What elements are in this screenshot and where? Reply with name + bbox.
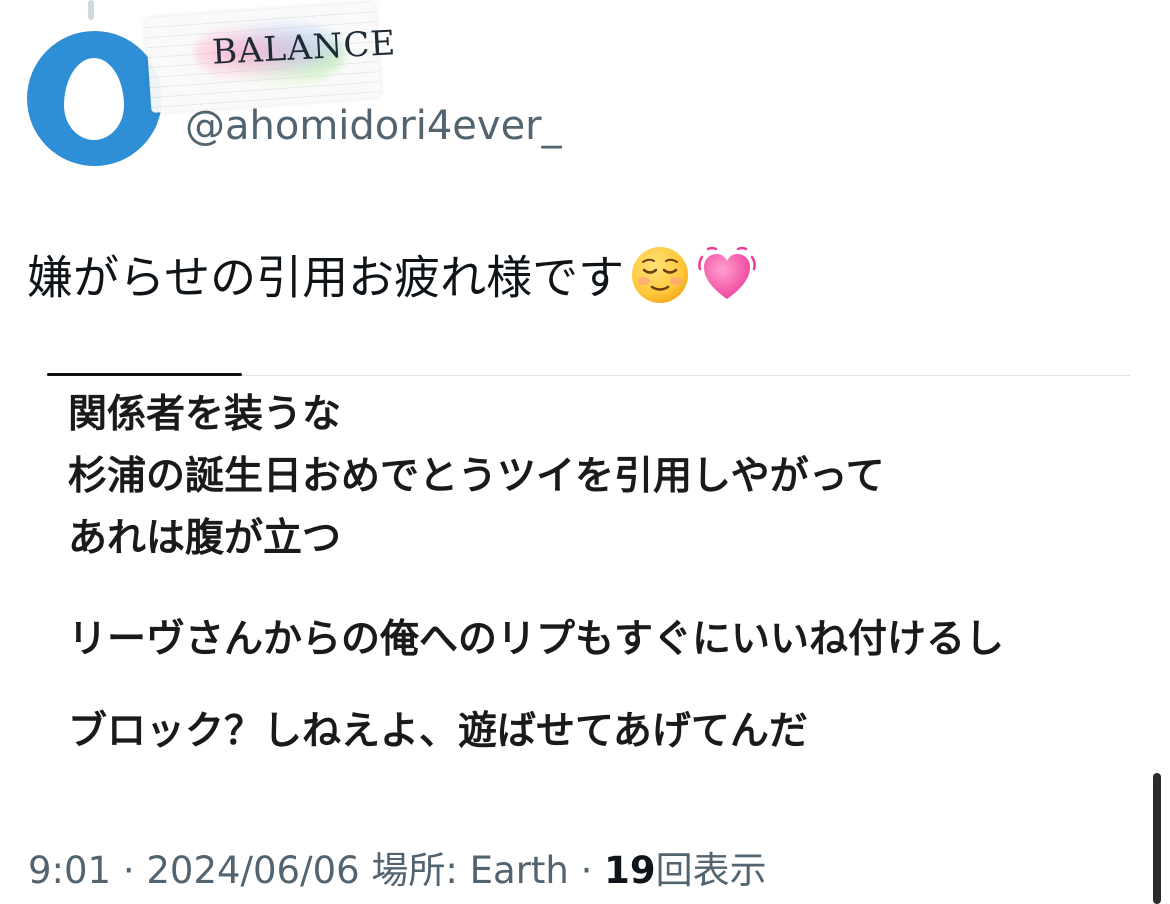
scrollbar[interactable]	[1153, 773, 1161, 904]
views-label: 回表示	[655, 849, 767, 892]
quoted-image-edge	[47, 373, 242, 376]
tweet-date[interactable]: 2024/06/06	[146, 849, 359, 892]
quoted-line-4: リーヴさんからの俺へのリプもすぐにいいね付けるし	[68, 617, 1005, 662]
meta-separator: ·	[580, 849, 593, 892]
tweet-text: 嫌がらせの引用お疲れ様です	[27, 245, 758, 317]
tweet-location[interactable]: 場所: Earth	[371, 849, 568, 892]
relieved-face-emoji-icon	[630, 245, 690, 317]
quoted-line-5: ブロック？しねえよ、遊ばせてあげてんだ	[68, 709, 808, 754]
meta-separator: ·	[122, 849, 135, 892]
tweet-time[interactable]: 9:01	[28, 849, 111, 892]
tweet-body: 嫌がらせの引用お疲れ様です	[27, 250, 625, 305]
quoted-line-2: 杉浦の誕生日おめでとうツイを引用しやがって	[68, 454, 885, 499]
quoted-line-1: 関係者を装うな	[68, 392, 342, 437]
views-count: 19	[604, 849, 656, 892]
tweet-meta: 9:01 · 2024/06/06 場所: Earth · 19回表示	[28, 840, 767, 894]
avatar[interactable]	[27, 31, 162, 166]
heart-emoji-icon	[696, 245, 758, 317]
quoted-line-3: あれは腹が立つ	[68, 516, 342, 561]
user-handle[interactable]: @ahomidori4ever_	[185, 103, 562, 149]
quoted-image-card[interactable]: 関係者を装うな 杉浦の誕生日おめでとうツイを引用しやがって あれは腹が立つ リー…	[45, 373, 1130, 785]
default-egg-avatar-icon	[64, 58, 124, 140]
thread-connector-line	[88, 0, 94, 20]
